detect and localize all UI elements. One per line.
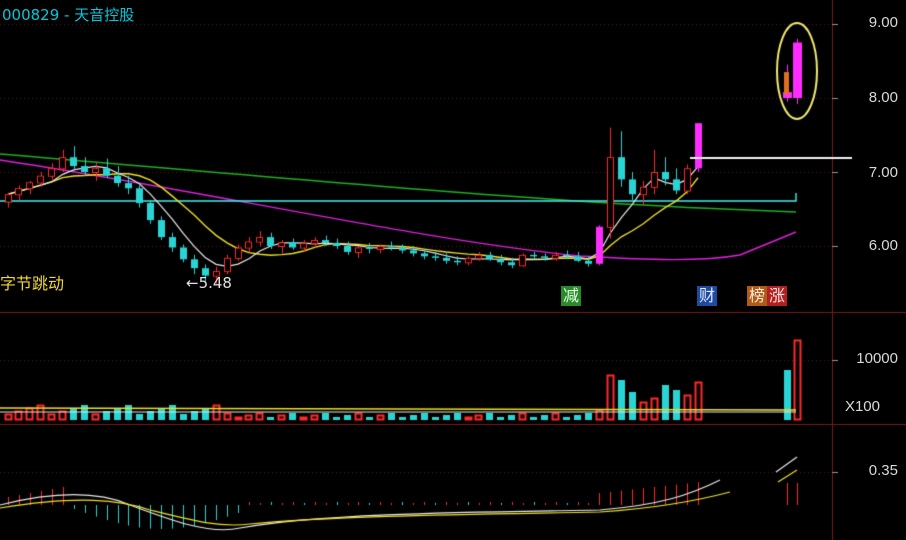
low-price-value: 5.48 — [198, 274, 232, 292]
title-separator: - — [59, 6, 75, 24]
concept-label: 字节跳动 — [0, 274, 65, 293]
price-label-7: 7.00 — [868, 164, 898, 181]
volume-multiplier: X100 — [844, 398, 880, 415]
price-label-9: 9.00 — [868, 14, 898, 31]
event-tag-reduce[interactable]: 减 — [561, 286, 582, 306]
stock-title: 000829 - 天音控股 — [2, 4, 134, 25]
low-price-marker: ←5.48 — [186, 274, 232, 292]
stock-code: 000829 — [2, 6, 60, 24]
price-label-8: 8.00 — [868, 89, 898, 106]
macd-tick-label: 0.35 — [868, 462, 898, 479]
stock-name: 天音控股 — [74, 6, 135, 24]
event-tag-rise[interactable]: 涨 — [767, 286, 788, 306]
volume-tick-label: 10000 — [856, 350, 898, 367]
price-label-6: 6.00 — [868, 237, 898, 254]
event-tag-list[interactable]: 榜 — [747, 286, 768, 306]
event-tag-finance[interactable]: 财 — [697, 286, 718, 306]
kline-chart[interactable] — [0, 0, 906, 540]
